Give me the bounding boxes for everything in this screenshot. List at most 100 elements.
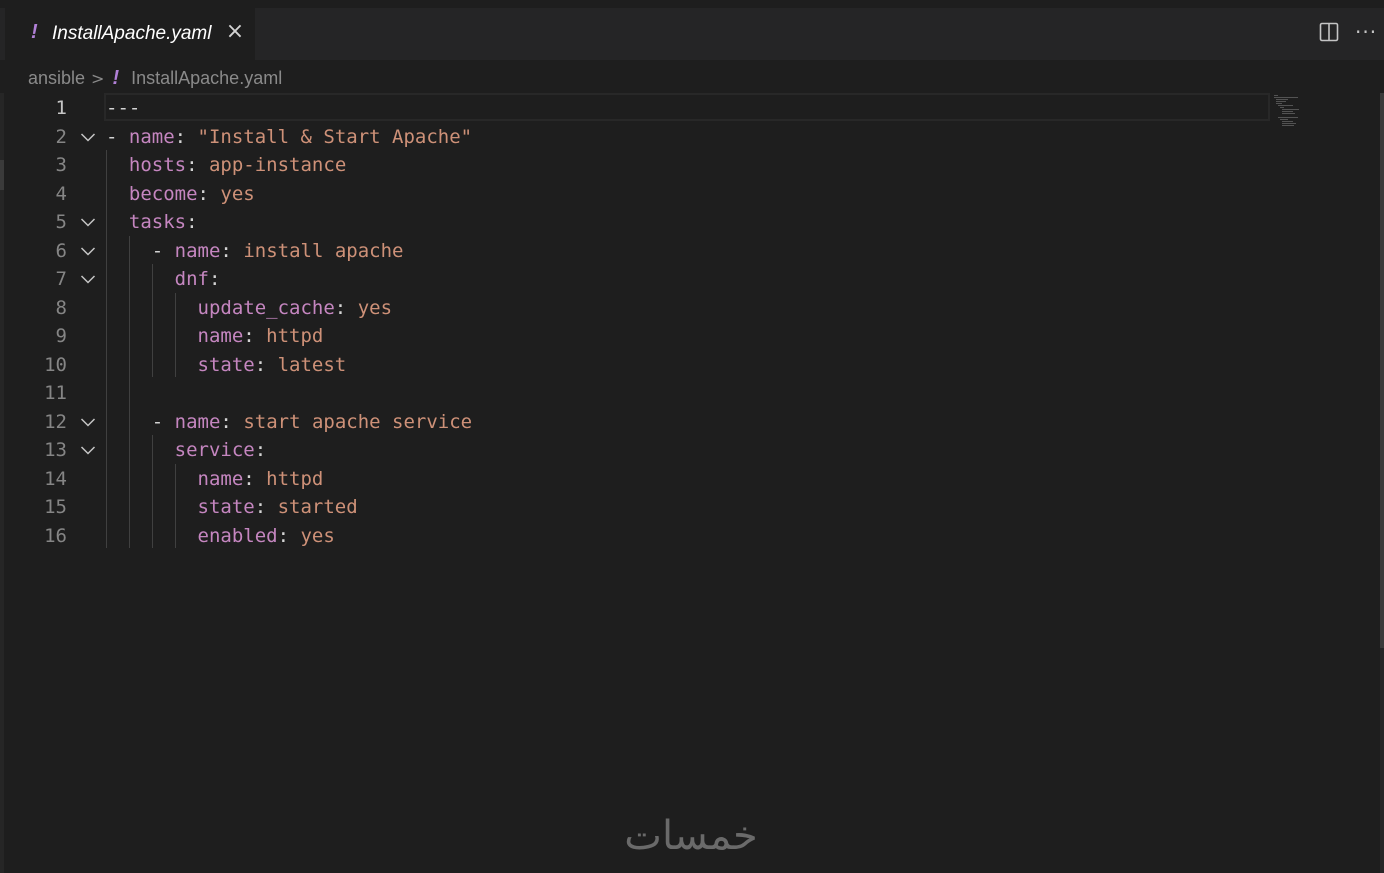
yaml-punctuation: : bbox=[174, 125, 198, 148]
code-line[interactable]: 3 hosts: app-instance bbox=[0, 151, 1270, 180]
code-text: --- bbox=[106, 94, 140, 123]
vertical-scrollbar-thumb[interactable] bbox=[1380, 93, 1384, 648]
line-number: 14 bbox=[44, 467, 67, 490]
chevron-down-icon[interactable] bbox=[80, 408, 98, 437]
yaml-value: "Install & Start Apache" bbox=[197, 125, 473, 148]
code-line[interactable]: 2 - name: "Install & Start Apache" bbox=[0, 123, 1270, 152]
chevron-down-icon[interactable] bbox=[80, 123, 98, 152]
yaml-key: name bbox=[174, 239, 221, 262]
more-actions-icon[interactable]: ··· bbox=[1355, 22, 1377, 42]
code-line[interactable]: 9 name: httpd bbox=[0, 322, 1270, 351]
yaml-punctuation: : bbox=[254, 439, 267, 461]
code-text: - name: "Install & Start Apache" bbox=[106, 123, 472, 152]
yaml-value: started bbox=[277, 496, 358, 518]
breadcrumb-folder[interactable]: ansible bbox=[28, 68, 85, 89]
code-line[interactable]: 13 service: bbox=[0, 436, 1270, 465]
code-text: name: httpd bbox=[106, 322, 324, 351]
yaml-punctuation: - bbox=[106, 125, 129, 148]
chevron-down-icon[interactable] bbox=[80, 237, 98, 266]
watermark-logo: خمسات bbox=[600, 812, 782, 860]
chevron-down-icon[interactable] bbox=[80, 208, 98, 237]
yaml-key: become bbox=[128, 182, 198, 205]
yaml-key: update_cache bbox=[197, 296, 335, 319]
code-text: hosts: app-instance bbox=[106, 151, 346, 180]
code-text: become: yes bbox=[106, 180, 255, 209]
minimap[interactable] bbox=[1274, 94, 1314, 128]
line-number: 6 bbox=[55, 239, 67, 262]
yaml-punctuation: : bbox=[254, 353, 278, 376]
line-number: 13 bbox=[44, 439, 67, 461]
yaml-file-icon: ! bbox=[31, 21, 38, 43]
yaml-punctuation: --- bbox=[106, 97, 141, 119]
yaml-punctuation: : bbox=[243, 325, 267, 347]
yaml-key: name bbox=[197, 325, 244, 347]
code-line[interactable]: 12 - name: start apache service bbox=[0, 408, 1270, 437]
watermark-text: خمسات bbox=[624, 813, 758, 859]
code-line[interactable]: 11 bbox=[0, 379, 1270, 408]
code-line[interactable]: 1 --- bbox=[0, 94, 1270, 123]
yaml-punctuation: - bbox=[151, 239, 175, 262]
line-number: 4 bbox=[55, 182, 67, 205]
yaml-value: app-instance bbox=[208, 154, 347, 176]
chevron-right-icon: > bbox=[91, 68, 105, 88]
code-text: dnf: bbox=[106, 265, 221, 294]
code-line[interactable]: 6 - name: install apache bbox=[0, 237, 1270, 266]
code-line[interactable]: 8 update_cache: yes bbox=[0, 294, 1270, 323]
code-line[interactable]: 5 tasks: bbox=[0, 208, 1270, 237]
tab-title[interactable]: InstallApache.yaml bbox=[52, 23, 211, 45]
editor-tab-bar: ! InstallApache.yaml × ··· bbox=[0, 8, 1384, 60]
line-number: 3 bbox=[55, 154, 67, 176]
line-number: 12 bbox=[44, 410, 67, 433]
code-line[interactable]: 4 become: yes bbox=[0, 180, 1270, 209]
line-number: 15 bbox=[44, 496, 67, 518]
breadcrumb: ansible > ! InstallApache.yaml bbox=[28, 66, 282, 90]
yaml-value: start apache service bbox=[243, 410, 473, 433]
code-line[interactable]: 16 enabled: yes bbox=[0, 522, 1270, 551]
yaml-punctuation: : bbox=[254, 496, 278, 518]
code-line[interactable]: 10 state: latest bbox=[0, 351, 1270, 380]
chevron-down-icon[interactable] bbox=[80, 265, 98, 294]
split-editor-icon[interactable] bbox=[1319, 22, 1339, 42]
code-text: service: bbox=[106, 436, 267, 465]
code-line[interactable]: 7 dnf: bbox=[0, 265, 1270, 294]
yaml-key: service bbox=[174, 439, 255, 461]
yaml-value: latest bbox=[277, 353, 347, 376]
code-text: - name: install apache bbox=[106, 237, 404, 266]
yaml-punctuation: : bbox=[208, 268, 221, 290]
code-line[interactable]: 14 name: httpd bbox=[0, 465, 1270, 494]
code-text: tasks: bbox=[106, 208, 198, 237]
line-number: 16 bbox=[44, 524, 67, 547]
yaml-punctuation: : bbox=[186, 154, 209, 176]
yaml-punctuation: : bbox=[243, 467, 267, 490]
breadcrumb-file[interactable]: InstallApache.yaml bbox=[131, 68, 282, 89]
line-number: 11 bbox=[44, 382, 67, 404]
code-editor[interactable]: 1 --- 2- name: "Install & Start Apache" 3 h… bbox=[0, 93, 1384, 873]
code-line[interactable]: 15 state: started bbox=[0, 493, 1270, 522]
yaml-punctuation: : bbox=[334, 296, 358, 319]
close-icon[interactable]: × bbox=[224, 20, 246, 44]
yaml-value: install apache bbox=[243, 239, 404, 262]
yaml-key: tasks bbox=[128, 211, 187, 233]
window-top-strip bbox=[0, 0, 1384, 8]
yaml-punctuation: - bbox=[151, 410, 175, 433]
yaml-value: httpd bbox=[266, 325, 324, 347]
code-text: state: latest bbox=[106, 351, 347, 380]
tab-installapache-yaml[interactable]: ! InstallApache.yaml × bbox=[5, 8, 255, 60]
yaml-key: name bbox=[174, 410, 221, 433]
yaml-value: yes bbox=[220, 182, 255, 205]
yaml-file-icon: ! bbox=[112, 66, 120, 89]
yaml-punctuation: : bbox=[220, 410, 244, 433]
yaml-value: yes bbox=[300, 524, 335, 547]
code-text: update_cache: yes bbox=[106, 294, 393, 323]
code-text: state: started bbox=[106, 493, 358, 522]
chevron-down-icon[interactable] bbox=[80, 436, 98, 465]
